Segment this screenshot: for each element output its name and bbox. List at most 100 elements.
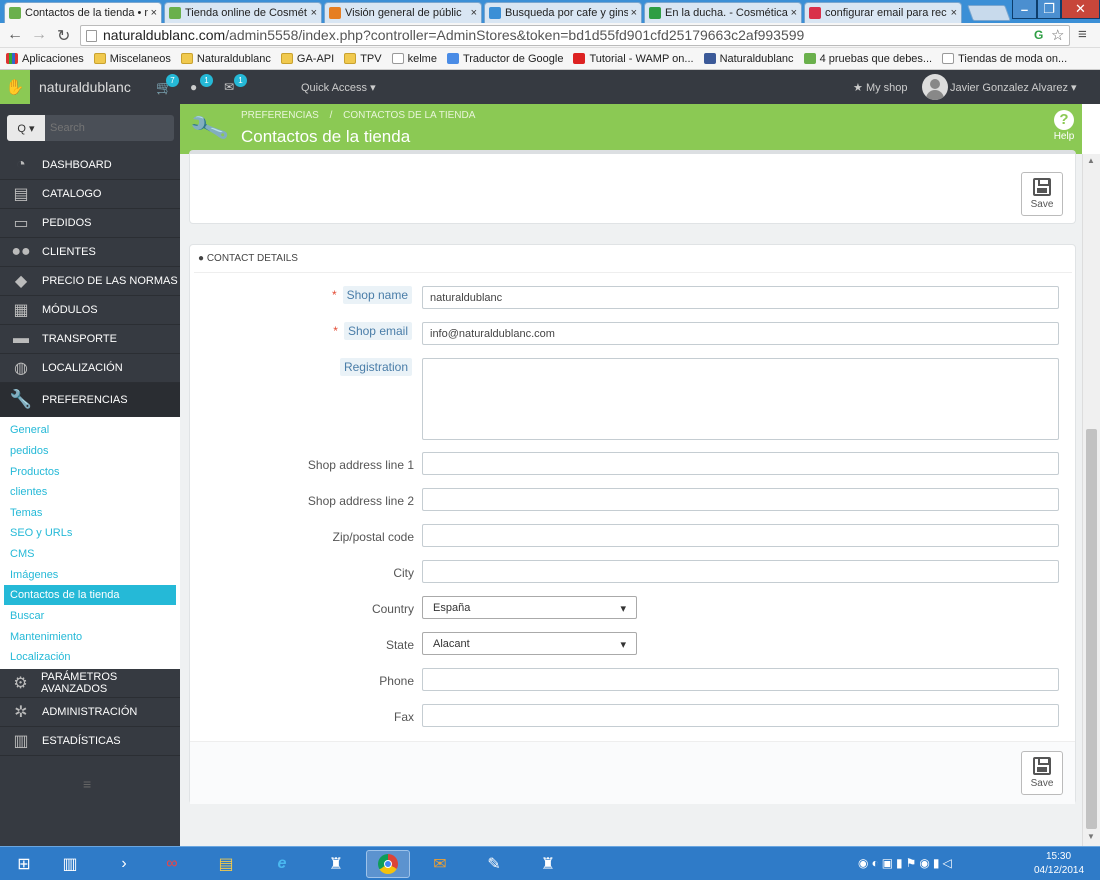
state-select[interactable]: Alacant ▾ — [422, 632, 637, 655]
bookmark-folder[interactable]: GA-API — [280, 53, 334, 65]
clock-time[interactable]: 15:30 — [1046, 851, 1071, 862]
close-window-button[interactable]: ✕ — [1061, 0, 1100, 19]
app-icon[interactable]: ♜ — [526, 850, 570, 878]
search-input[interactable] — [45, 115, 170, 141]
address1-field[interactable] — [422, 452, 1059, 475]
employee-menu[interactable]: Javier Gonzalez Alvarez ▾ — [950, 81, 1077, 94]
url-input[interactable]: naturaldublanc.com/admin5558/index.php?c… — [80, 25, 1070, 46]
help-button[interactable]: ? Help — [1049, 110, 1079, 142]
chrome-icon[interactable] — [366, 850, 410, 878]
registration-textarea[interactable] — [422, 358, 1059, 440]
menu-icon[interactable]: ≡ — [1078, 26, 1087, 43]
vertical-scrollbar[interactable]: ▲ ▼ — [1082, 154, 1100, 846]
submenu-item[interactable]: clientes — [0, 482, 176, 502]
sidebar-item-administracion[interactable]: ✲ ADMINISTRACIÓN — [0, 698, 180, 727]
outlook-icon[interactable]: ✉ — [418, 850, 462, 878]
close-tab-icon[interactable]: × — [631, 7, 637, 19]
new-tab-button[interactable] — [967, 5, 1011, 21]
clock-date[interactable]: 04/12/2014 — [1034, 865, 1084, 876]
phone-field[interactable] — [422, 668, 1059, 691]
bookmark-link[interactable]: Tiendas de moda on... — [942, 53, 1067, 65]
bookmark-link[interactable]: Naturaldublanc — [703, 53, 794, 65]
sidebar-item-precio[interactable]: ◆ PRECIO DE LAS NORMAS — [0, 267, 180, 296]
save-button[interactable]: Save — [1021, 172, 1063, 216]
app-icon[interactable]: ♜ — [314, 850, 358, 878]
submenu-item-active[interactable]: Contactos de la tienda — [4, 585, 176, 605]
scrollbar-thumb[interactable] — [1086, 429, 1097, 829]
close-tab-icon[interactable]: × — [471, 7, 477, 19]
browser-tab[interactable]: En la ducha. - Cosmética × — [644, 2, 802, 23]
sidebar-item-catalogo[interactable]: ▤ CATALOGO — [0, 180, 180, 209]
sidebar-item-clientes[interactable]: ●● CLIENTES — [0, 238, 180, 267]
zip-field[interactable] — [422, 524, 1059, 547]
address2-field[interactable] — [422, 488, 1059, 511]
paint-icon[interactable]: ✎ — [472, 850, 516, 878]
maximize-button[interactable]: ❐ — [1037, 0, 1061, 19]
forward-icon[interactable]: → — [31, 26, 47, 44]
submenu-item[interactable]: General — [0, 420, 176, 440]
fax-field[interactable] — [422, 704, 1059, 727]
bookmark-apps[interactable]: Aplicaciones — [6, 53, 84, 65]
bookmark-link[interactable]: Traductor de Google — [446, 53, 563, 65]
bookmark-folder[interactable]: Miscelaneos — [93, 53, 171, 65]
bookmark-link[interactable]: Tutorial - WAMP on... — [573, 53, 694, 65]
shop-logo-icon[interactable]: ✋ — [0, 70, 30, 104]
sidebar-item-localizacion[interactable]: ◍ LOCALIZACIÓN — [0, 354, 180, 383]
save-button[interactable]: Save — [1021, 751, 1063, 795]
submenu-item[interactable]: Localización — [0, 647, 176, 667]
sidebar-item-parametros[interactable]: ⚙ PARÁMETROS AVANZADOS — [0, 669, 180, 698]
sidebar-item-modulos[interactable]: ▦ MÓDULOS — [0, 296, 180, 325]
internet-explorer-icon[interactable]: e — [260, 850, 304, 878]
submenu-item[interactable]: Productos — [0, 462, 176, 482]
browser-tab[interactable]: Visión general de públic × — [324, 2, 482, 23]
collapse-menu-icon[interactable]: ≡ — [83, 776, 91, 792]
scroll-up-icon[interactable]: ▲ — [1087, 156, 1095, 165]
close-tab-icon[interactable]: × — [791, 7, 797, 19]
sidebar-item-preferencias[interactable]: 🔧 PREFERENCIAS — [0, 383, 180, 417]
mail-icon[interactable]: ✉ — [224, 80, 234, 94]
browser-tab[interactable]: Contactos de la tienda • n × — [4, 2, 162, 23]
submenu-item[interactable]: SEO y URLs — [0, 523, 176, 543]
browser-tab[interactable]: Tienda online de Cosmét × — [164, 2, 322, 23]
bookmark-link[interactable]: kelme — [391, 53, 437, 65]
submenu-item[interactable]: pedidos — [0, 441, 176, 461]
reload-icon[interactable]: ↻ — [57, 26, 70, 46]
sidebar-item-dashboard[interactable]: ◔ DASHBOARD — [0, 151, 180, 180]
submenu-item[interactable]: Imágenes — [0, 565, 176, 585]
close-tab-icon[interactable]: × — [311, 7, 317, 19]
user-icon[interactable]: ● — [190, 80, 197, 94]
extension-icon[interactable]: G — [1034, 28, 1043, 42]
shop-name-field[interactable] — [422, 286, 1059, 309]
sidebar-item-estadisticas[interactable]: ▥ ESTADÍSTICAS — [0, 727, 180, 756]
start-button[interactable]: ⊞ — [2, 850, 46, 878]
city-field[interactable] — [422, 560, 1059, 583]
submenu-item[interactable]: CMS — [0, 544, 176, 564]
minimize-button[interactable]: – — [1012, 0, 1037, 19]
back-icon[interactable]: ← — [7, 26, 23, 44]
bookmark-folder[interactable]: Naturaldublanc — [180, 53, 271, 65]
scroll-down-icon[interactable]: ▼ — [1087, 832, 1095, 841]
shop-email-field[interactable] — [422, 322, 1059, 345]
sidebar-item-transporte[interactable]: ▬ TRANSPORTE — [0, 325, 180, 354]
star-bookmark-icon[interactable]: ☆ — [1051, 26, 1064, 44]
browser-tab[interactable]: configurar email para rec × — [804, 2, 962, 23]
file-explorer-icon[interactable]: ▤ — [204, 850, 248, 878]
submenu-item[interactable]: Temas — [0, 503, 176, 523]
system-tray-icons[interactable]: ◉◐▣▮⚑◉▮◁ — [858, 856, 955, 870]
quick-access-menu[interactable]: Quick Access ▾ — [301, 81, 376, 94]
submenu-item[interactable]: Buscar — [0, 606, 176, 626]
shop-name[interactable]: naturaldublanc — [39, 79, 131, 95]
close-tab-icon[interactable]: × — [951, 7, 957, 19]
browser-tab[interactable]: Busqueda por cafe y ginseng × — [484, 2, 642, 23]
breadcrumb-parent[interactable]: PREFERENCIAS — [241, 110, 319, 121]
my-shop-link[interactable]: ★ My shop — [853, 81, 908, 94]
avatar[interactable] — [922, 74, 948, 100]
close-tab-icon[interactable]: × — [151, 7, 157, 19]
bookmark-folder[interactable]: TPV — [344, 53, 382, 65]
sidebar-item-pedidos[interactable]: ▭ PEDIDOS — [0, 209, 180, 238]
submenu-item[interactable]: Mantenimiento — [0, 627, 176, 647]
powershell-icon[interactable]: › — [102, 850, 146, 878]
server-manager-icon[interactable]: ▥ — [48, 850, 92, 878]
country-select[interactable]: España ▾ — [422, 596, 637, 619]
app-icon[interactable]: ∞ — [150, 850, 194, 878]
